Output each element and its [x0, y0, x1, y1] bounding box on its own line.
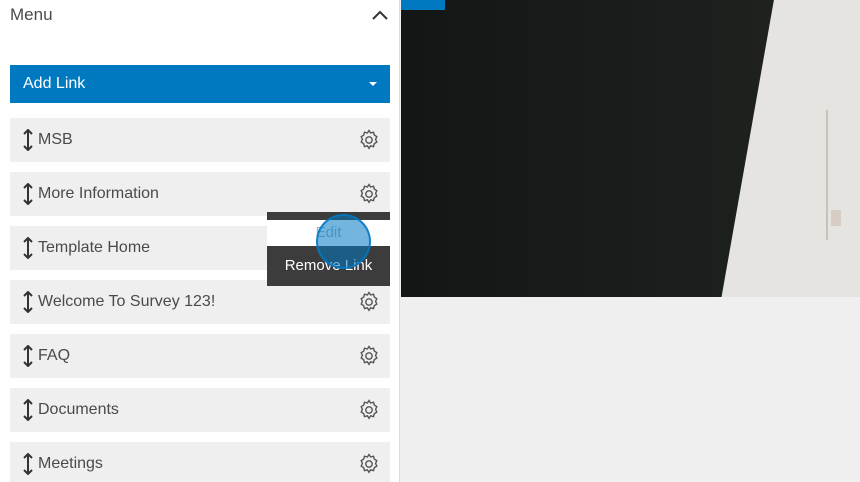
- page-preview-image: [401, 0, 860, 297]
- drag-handle-icon[interactable]: [23, 290, 33, 314]
- gear-icon[interactable]: [357, 128, 381, 152]
- menu-title: Menu: [10, 5, 53, 24]
- remove-link-menu-item[interactable]: Remove Link: [267, 252, 390, 280]
- link-item-meetings[interactable]: Meetings: [10, 442, 390, 482]
- link-list: MSB More Information Template Home Welco…: [10, 118, 390, 482]
- add-link-button[interactable]: Add Link: [10, 65, 390, 103]
- link-item-welcome-to-survey-123[interactable]: Welcome To Survey 123!: [10, 280, 390, 324]
- drag-handle-icon[interactable]: [23, 236, 33, 260]
- drag-handle-icon[interactable]: [23, 452, 33, 476]
- link-item-label: FAQ: [38, 347, 71, 364]
- gear-icon[interactable]: [357, 182, 381, 206]
- gear-icon[interactable]: [357, 290, 381, 314]
- page-preview-blank-area: [401, 297, 860, 482]
- link-item-faq[interactable]: FAQ: [10, 334, 390, 378]
- caret-down-icon[interactable]: [369, 82, 377, 86]
- preview-mark: [831, 210, 841, 226]
- gear-icon[interactable]: [357, 452, 381, 476]
- edit-menu-item[interactable]: Edit: [267, 220, 390, 246]
- link-item-msb[interactable]: MSB: [10, 118, 390, 162]
- link-item-label: More Information: [38, 185, 159, 202]
- menu-header: Menu: [10, 4, 392, 28]
- link-item-more-information[interactable]: More Information: [10, 172, 390, 216]
- preview-accent-bar: [401, 0, 445, 10]
- drag-handle-icon[interactable]: [23, 398, 33, 422]
- add-link-label: Add Link: [23, 75, 86, 92]
- link-item-label: Meetings: [38, 455, 103, 472]
- link-context-menu: Edit Remove Link: [267, 212, 390, 286]
- link-item-label: Documents: [38, 401, 119, 418]
- gear-icon[interactable]: [357, 344, 381, 368]
- preview-wall-edge: [826, 110, 828, 240]
- gear-icon[interactable]: [357, 398, 381, 422]
- drag-handle-icon[interactable]: [23, 128, 33, 152]
- menu-panel: Menu Add Link MSB More Information Templ…: [0, 0, 400, 482]
- link-item-label: Template Home: [38, 239, 151, 256]
- chevron-up-icon[interactable]: [368, 4, 392, 28]
- link-item-label: MSB: [38, 131, 73, 148]
- link-item-documents[interactable]: Documents: [10, 388, 390, 432]
- link-item-label: Welcome To Survey 123!: [38, 293, 216, 310]
- drag-handle-icon[interactable]: [23, 344, 33, 368]
- drag-handle-icon[interactable]: [23, 182, 33, 206]
